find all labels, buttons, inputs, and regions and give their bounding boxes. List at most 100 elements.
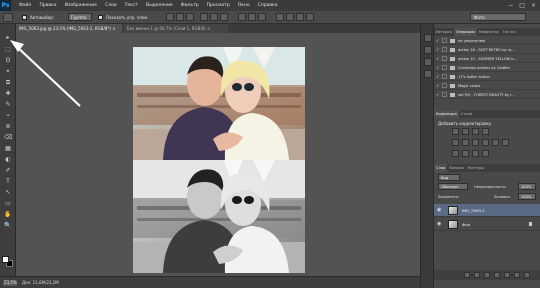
layer-mask-icon[interactable] bbox=[484, 272, 490, 278]
channel-mixer-icon[interactable] bbox=[502, 139, 509, 146]
layer-filter-dropdown[interactable]: Вид bbox=[438, 174, 460, 181]
path-select-tool-icon[interactable]: ↖ bbox=[4, 189, 12, 196]
threshold-icon[interactable] bbox=[472, 150, 479, 157]
tab-untitled-1[interactable]: Без имени-1 @ 66,7% (Слой 1, RGB/8) × bbox=[124, 24, 228, 33]
align-right-icon[interactable] bbox=[220, 13, 228, 21]
eye-icon[interactable]: ◉ bbox=[437, 208, 442, 213]
checkmark-icon[interactable]: ✓ bbox=[436, 57, 440, 61]
invert-icon[interactable] bbox=[452, 150, 459, 157]
link-layers-icon[interactable] bbox=[464, 272, 470, 278]
action-set[interactable]: ✓ 17's Softer Action bbox=[434, 73, 540, 81]
foreground-color-swatch[interactable] bbox=[2, 256, 9, 263]
new-group-icon[interactable] bbox=[504, 272, 510, 278]
action-set[interactable]: ✓ action 16 - SOFT RETRO by ro... bbox=[434, 46, 540, 54]
menu-filter[interactable]: Фильтр bbox=[181, 3, 199, 8]
action-set[interactable]: ✓ action 10 - SUMMER YELLOW b... bbox=[434, 55, 540, 63]
tab-paths[interactable]: Контуры bbox=[466, 164, 486, 172]
dialog-toggle-icon[interactable] bbox=[442, 74, 447, 79]
color-balance-icon[interactable] bbox=[472, 139, 479, 146]
checkmark-icon[interactable]: ✓ bbox=[436, 75, 440, 79]
close-icon[interactable]: × bbox=[531, 2, 536, 9]
action-set[interactable]: ✓ Magic colors bbox=[434, 82, 540, 90]
layer-row[interactable]: ◉ Фон bbox=[434, 218, 540, 231]
distribute-icon[interactable] bbox=[258, 13, 266, 21]
checkmark-icon[interactable]: ✓ bbox=[436, 48, 440, 52]
layer-style-icon[interactable] bbox=[474, 272, 480, 278]
fill-field[interactable]: 100% bbox=[518, 193, 536, 200]
align-bottom-icon[interactable] bbox=[186, 13, 194, 21]
minimize-icon[interactable]: − bbox=[508, 2, 513, 9]
layer-name[interactable]: IMG_5063-2 bbox=[462, 208, 485, 213]
3d-mode-icon[interactable] bbox=[296, 13, 304, 21]
eraser-tool-icon[interactable]: ⌫ bbox=[4, 134, 12, 141]
gradient-map-icon[interactable] bbox=[482, 150, 489, 157]
rectangle-tool-icon[interactable]: ▭ bbox=[4, 200, 12, 207]
hue-saturation-icon[interactable] bbox=[462, 139, 469, 146]
adjustment-layer-icon[interactable] bbox=[494, 272, 500, 278]
blend-mode-dropdown[interactable]: Обычные bbox=[438, 183, 468, 190]
checkmark-icon[interactable]: ✓ bbox=[436, 39, 440, 43]
3d-mode-icon[interactable] bbox=[306, 13, 314, 21]
layer-row[interactable]: ◉ IMG_5063-2 bbox=[434, 204, 540, 217]
posterize-icon[interactable] bbox=[462, 150, 469, 157]
distribute-icon[interactable] bbox=[248, 13, 256, 21]
levels-icon[interactable] bbox=[462, 128, 469, 135]
dialog-toggle-icon[interactable] bbox=[442, 47, 447, 52]
checkmark-icon[interactable]: ✓ bbox=[436, 93, 440, 97]
menu-text[interactable]: Текст bbox=[125, 3, 138, 8]
brightness-contrast-icon[interactable] bbox=[452, 128, 459, 135]
type-tool-icon[interactable]: T bbox=[4, 178, 12, 185]
document-canvas[interactable] bbox=[133, 47, 305, 273]
3d-mode-icon[interactable] bbox=[276, 13, 284, 21]
zoom-tool-icon[interactable]: 🔍 bbox=[4, 222, 12, 229]
layer-name[interactable]: Фон bbox=[462, 222, 470, 227]
dialog-toggle-icon[interactable] bbox=[442, 92, 447, 97]
checkmark-icon[interactable]: ✓ bbox=[436, 66, 440, 70]
menu-view[interactable]: Просмотр bbox=[207, 3, 230, 8]
tab-styles[interactable]: Стили bbox=[459, 110, 475, 118]
eye-icon[interactable]: ◉ bbox=[437, 222, 442, 227]
menu-window[interactable]: Окно bbox=[238, 3, 250, 8]
exposure-icon[interactable] bbox=[482, 128, 489, 135]
hand-tool-icon[interactable]: ✋ bbox=[4, 211, 12, 218]
align-top-icon[interactable] bbox=[166, 13, 174, 21]
maximize-icon[interactable]: □ bbox=[519, 2, 525, 9]
tab-adjustments[interactable]: Коррекция bbox=[434, 110, 459, 118]
dialog-toggle-icon[interactable] bbox=[442, 38, 447, 43]
tab-history[interactable]: История bbox=[434, 28, 454, 36]
tab-histogram[interactable]: Гистог. bbox=[501, 28, 519, 36]
dialog-toggle-icon[interactable] bbox=[442, 56, 447, 61]
align-center-icon[interactable] bbox=[210, 13, 218, 21]
history-panel-icon[interactable] bbox=[424, 34, 432, 42]
tab-layers[interactable]: Слои bbox=[434, 164, 448, 172]
align-middle-icon[interactable] bbox=[176, 13, 184, 21]
document-size[interactable]: Док: 11,6М/23,2М bbox=[22, 280, 59, 285]
character-panel-icon[interactable] bbox=[424, 70, 432, 78]
action-set[interactable]: ✓ по умолчанию bbox=[434, 37, 540, 45]
vibrance-icon[interactable] bbox=[452, 139, 459, 146]
action-set[interactable]: ✓ set 9/5 - FOREST BEAUTY by r... bbox=[434, 91, 540, 99]
delete-layer-icon[interactable] bbox=[524, 272, 530, 278]
properties-panel-icon[interactable] bbox=[424, 46, 432, 54]
brush-panel-icon[interactable] bbox=[424, 58, 432, 66]
workspace-selector[interactable]: Фото bbox=[470, 13, 526, 21]
black-white-icon[interactable] bbox=[482, 139, 489, 146]
distribute-icon[interactable] bbox=[238, 13, 246, 21]
tab-channels[interactable]: Каналы bbox=[447, 164, 465, 172]
tab-actions[interactable]: Операции bbox=[453, 28, 477, 36]
menu-help[interactable]: Справка bbox=[258, 3, 278, 8]
dialog-toggle-icon[interactable] bbox=[442, 83, 447, 88]
tab-navigator[interactable]: Навигатор bbox=[477, 28, 501, 36]
zoom-level[interactable]: 23,5% bbox=[3, 280, 17, 286]
gradient-tool-icon[interactable]: ▦ bbox=[4, 145, 12, 152]
curves-icon[interactable] bbox=[472, 128, 479, 135]
new-layer-icon[interactable] bbox=[514, 272, 520, 278]
align-left-icon[interactable] bbox=[200, 13, 208, 21]
dialog-toggle-icon[interactable] bbox=[442, 65, 447, 70]
dodge-tool-icon[interactable]: ◐ bbox=[4, 156, 12, 163]
clone-stamp-tool-icon[interactable]: ⊚ bbox=[4, 123, 12, 130]
3d-mode-icon[interactable] bbox=[286, 13, 294, 21]
action-set[interactable]: ✓ Christmas actions by Cadfire bbox=[434, 64, 540, 72]
photo-filter-icon[interactable] bbox=[492, 139, 499, 146]
checkmark-icon[interactable]: ✓ bbox=[436, 84, 440, 88]
